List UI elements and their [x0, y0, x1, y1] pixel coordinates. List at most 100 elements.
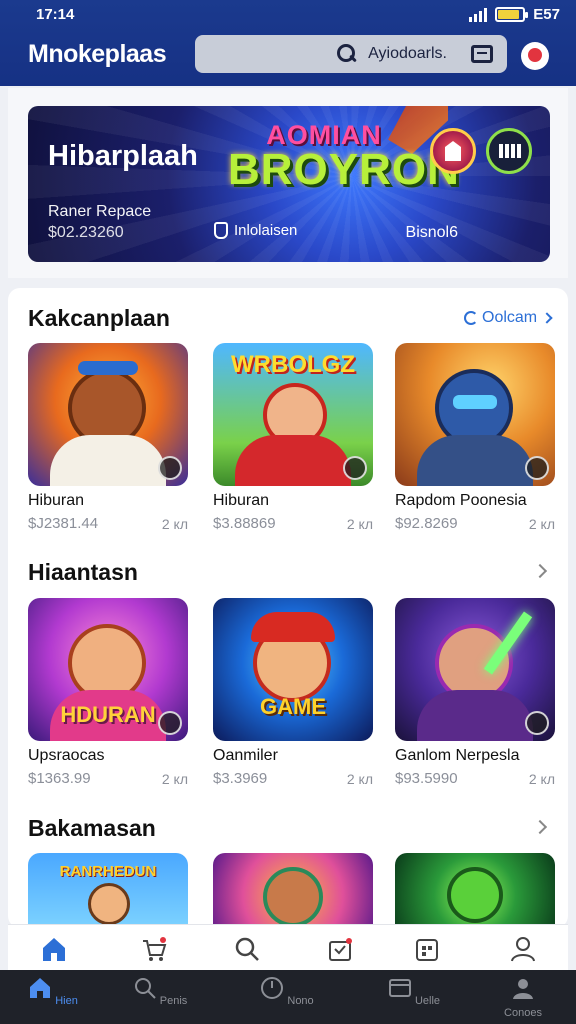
character-body-art: [417, 435, 533, 486]
search-icon[interactable]: [233, 935, 261, 963]
message-icon[interactable]: [471, 45, 493, 63]
nav-item-profile[interactable]: Conoes: [493, 976, 553, 1019]
game-name: Rapdom Poonesia: [395, 492, 527, 509]
bottom-nav: Hien Penis Nono Uelle Conoes: [0, 970, 576, 1024]
section-title: Bakamasan: [28, 815, 156, 841]
game-name: Ganlom Nerpesla: [395, 747, 520, 764]
signal-icon: [469, 7, 488, 22]
status-time: 17:14: [36, 6, 75, 23]
nav-item-search[interactable]: Penis: [130, 976, 190, 1007]
game-price: $J2381.44: [28, 515, 99, 532]
nav-item-wallet[interactable]: Uelle: [384, 976, 444, 1007]
character-art: [88, 883, 130, 924]
nav-label: Conoes: [504, 1007, 542, 1019]
section-see-all-link[interactable]: Oolcam: [464, 309, 553, 327]
nav-item-clock[interactable]: Nono: [257, 976, 317, 1007]
hero-subtitle: Raner Repace: [48, 203, 152, 220]
cart-icon[interactable]: [140, 935, 168, 963]
game-meta: 2 кл: [161, 516, 188, 532]
game-meta: 2 кл: [346, 516, 373, 532]
game-card[interactable]: Hiburan $J2381.44 2 кл: [28, 343, 188, 532]
calendar-icon[interactable]: [413, 935, 441, 963]
game-price: $3.3969: [213, 770, 268, 787]
search-input[interactable]: Ayiodoarls.: [195, 35, 507, 73]
app-brand[interactable]: Mnokeplaas: [28, 40, 167, 69]
game-art-text: WRBOLGZ: [231, 351, 355, 378]
game-meta: 2 кл: [161, 771, 188, 787]
character-art: [263, 867, 323, 924]
section-link-label: Oolcam: [482, 309, 538, 326]
refresh-icon: [464, 311, 478, 325]
game-thumbnail: [395, 598, 555, 741]
profile-icon: [513, 979, 533, 999]
section-title: Kakcanplaan: [28, 305, 170, 331]
profile-icon[interactable]: [509, 935, 537, 963]
game-card[interactable]: HDURAN Upsraocas $1363.99 2 кл: [28, 598, 188, 787]
battery-icon: [495, 7, 529, 22]
search-placeholder: Ayiodoarls.: [368, 45, 447, 62]
game-thumbnail: GAME: [213, 598, 373, 741]
game-price: $1363.99: [28, 770, 91, 787]
character-body-art: [235, 435, 351, 486]
game-thumbnail: [395, 853, 555, 924]
search-icon: [134, 978, 156, 999]
game-name: Upsraocas: [28, 747, 105, 764]
nav-label: Uelle: [414, 995, 441, 1007]
game-thumbnail: [213, 853, 373, 924]
bag-icon[interactable]: [326, 935, 354, 963]
notification-icon[interactable]: [521, 42, 549, 70]
game-mode-icon: [158, 711, 182, 735]
game-art-text: RANRHEDUN: [59, 863, 157, 880]
game-meta: 2 кл: [528, 771, 555, 787]
game-card[interactable]: [213, 853, 373, 924]
battery-text: E57: [533, 6, 560, 23]
game-thumbnail: [395, 343, 555, 486]
game-price: $3.88869: [213, 515, 276, 532]
nav-label: Hien: [55, 995, 78, 1007]
castle-badge-icon[interactable]: [430, 128, 476, 174]
game-mode-icon: [343, 456, 367, 480]
goggles-art: [453, 395, 497, 409]
cap-art: [251, 612, 335, 642]
tab-bar: [8, 924, 568, 970]
game-mode-icon: [525, 456, 549, 480]
game-card[interactable]: WRBOLGZ Hiburan $3.88869 2 кл: [213, 343, 373, 532]
status-indicators: E57: [469, 6, 560, 23]
game-price: $92.8269: [395, 515, 458, 532]
game-card[interactable]: GAME Oanmiler $3.3969 2 кл: [213, 598, 373, 787]
nav-item-home[interactable]: Hien: [23, 976, 83, 1007]
home-icon: [30, 978, 51, 998]
character-art: [447, 867, 503, 923]
info-icon: [214, 222, 228, 239]
hero-game-logo: AOMIAN BROYRON: [228, 120, 460, 195]
character-body-art: [417, 690, 533, 741]
hero-title: Hibarplaah: [48, 140, 198, 172]
game-thumbnail: RANRHEDUN: [28, 853, 188, 924]
game-name: Hiburan: [28, 492, 85, 509]
section-title: Hiaantasn: [28, 559, 138, 585]
nav-label: Penis: [159, 995, 188, 1007]
hero-info-label: Inlolaisen: [234, 222, 298, 239]
keyboard-badge-icon[interactable]: [486, 128, 532, 174]
home-icon[interactable]: [40, 935, 68, 963]
hero-logo-line2: BROYRON: [228, 145, 460, 194]
game-price: $93.5990: [395, 770, 458, 787]
game-mode-icon: [158, 456, 182, 480]
character-body-art: [50, 435, 166, 486]
game-mode-icon: [525, 711, 549, 735]
hero-banner[interactable]: Hibarplaah AOMIAN BROYRON Raner Repace $…: [28, 106, 550, 262]
game-thumbnail: HDURAN: [28, 598, 188, 741]
game-meta: 2 кл: [528, 516, 555, 532]
game-card[interactable]: [395, 853, 555, 924]
chevron-right-icon: [541, 312, 553, 324]
game-thumbnail: [28, 343, 188, 486]
game-card[interactable]: RANRHEDUN: [28, 853, 188, 924]
status-bar: 17:14 E57: [0, 0, 576, 30]
clock-icon: [261, 977, 284, 999]
hero-info-button[interactable]: Inlolaisen: [214, 222, 297, 239]
game-card[interactable]: Ganlom Nerpesla $93.5990 2 кл: [395, 598, 555, 787]
game-name: Oanmiler: [213, 747, 278, 764]
game-name: Hiburan: [213, 492, 270, 509]
game-card[interactable]: Rapdom Poonesia $92.8269 2 кл: [395, 343, 555, 532]
wallet-icon: [388, 979, 411, 997]
